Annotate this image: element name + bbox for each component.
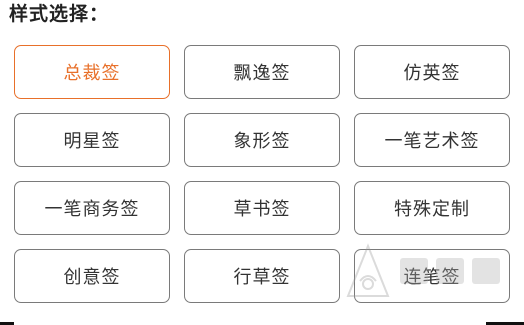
style-option-xingcao[interactable]: 行草签: [184, 249, 340, 303]
style-option-caoshu[interactable]: 草书签: [184, 181, 340, 235]
style-option-chuangyi[interactable]: 创意签: [14, 249, 170, 303]
style-option-yibi-shangwu[interactable]: 一笔商务签: [14, 181, 170, 235]
style-option-lianbi[interactable]: 连笔签: [354, 249, 510, 303]
style-option-mingxing[interactable]: 明星签: [14, 113, 170, 167]
style-option-piaoyi[interactable]: 飘逸签: [184, 45, 340, 99]
style-option-teshu-dingzhi[interactable]: 特殊定制: [354, 181, 510, 235]
style-option-fangying[interactable]: 仿英签: [354, 45, 510, 99]
style-options-grid: 总裁签 飘逸签 仿英签 明星签 象形签 一笔艺术签 一笔商务签 草书签 特殊定制…: [14, 45, 514, 303]
style-option-xiangxing[interactable]: 象形签: [184, 113, 340, 167]
page-title: 样式选择：: [9, 3, 110, 25]
style-option-zongcai[interactable]: 总裁签: [14, 45, 170, 99]
style-option-yibi-yishu[interactable]: 一笔艺术签: [354, 113, 510, 167]
style-selection-page: 样式选择： 总裁签 飘逸签 仿英签 明星签 象形签 一笔艺术签 一笔商务签 草书…: [0, 0, 524, 325]
